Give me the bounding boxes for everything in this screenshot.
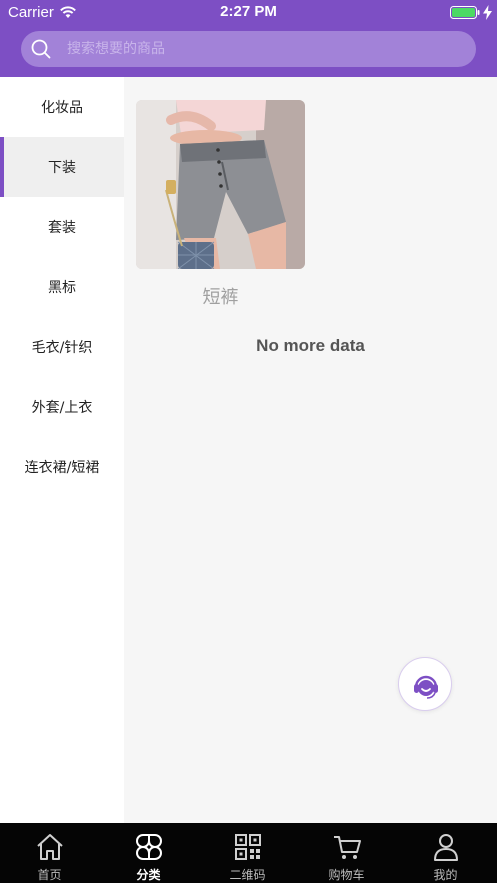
cart-icon xyxy=(334,836,361,859)
app-header: Carrier 2:27 PM xyxy=(0,0,497,77)
category-label: 毛衣/针织 xyxy=(31,340,93,356)
tab-cart[interactable]: 购物车 xyxy=(297,823,396,883)
product-list: 短裤 No more data xyxy=(124,77,497,823)
category-label: 外套/上衣 xyxy=(31,400,93,416)
category-item-sets[interactable]: 套装 xyxy=(0,197,124,257)
home-icon xyxy=(37,834,63,860)
category-label: 套装 xyxy=(48,220,76,236)
bottom-tab-bar: 首页 分类 二维码 购物车 我的 xyxy=(0,823,497,883)
tab-label: 首页 xyxy=(37,868,62,882)
category-item-black-label[interactable]: 黑标 xyxy=(0,257,124,317)
category-label: 黑标 xyxy=(48,280,76,296)
category-sidebar: 化妆品 下装 套装 黑标 毛衣/针织 外套/上衣 连衣裙/短裙 xyxy=(0,77,124,823)
tab-category[interactable]: 分类 xyxy=(99,823,198,883)
profile-icon xyxy=(434,834,458,861)
category-item-cosmetics[interactable]: 化妆品 xyxy=(0,77,124,137)
headset-icon xyxy=(414,675,438,699)
qrcode-icon xyxy=(235,834,261,860)
charging-icon xyxy=(483,5,492,20)
tab-label: 购物车 xyxy=(328,868,365,882)
category-label: 下装 xyxy=(48,160,76,176)
battery-icon xyxy=(450,6,480,19)
tab-qrcode[interactable]: 二维码 xyxy=(198,823,297,883)
category-item-knitwear[interactable]: 毛衣/针织 xyxy=(0,317,124,377)
tab-label: 分类 xyxy=(136,868,161,882)
customer-service-button[interactable] xyxy=(398,657,452,711)
category-item-outerwear[interactable]: 外套/上衣 xyxy=(0,377,124,437)
status-bar: Carrier 2:27 PM xyxy=(0,0,497,26)
tab-label: 二维码 xyxy=(229,868,266,882)
tab-home[interactable]: 首页 xyxy=(0,823,99,883)
category-item-bottoms[interactable]: 下装 xyxy=(0,137,124,197)
category-item-dresses[interactable]: 连衣裙/短裙 xyxy=(0,437,124,497)
search-bar[interactable] xyxy=(21,31,476,67)
product-name: 短裤 xyxy=(202,287,239,308)
category-label: 连衣裙/短裙 xyxy=(24,460,100,476)
tab-profile[interactable]: 我的 xyxy=(396,823,495,883)
category-label: 化妆品 xyxy=(41,100,83,116)
no-more-data-label: No more data xyxy=(256,336,365,355)
product-card[interactable]: 短裤 xyxy=(136,100,305,312)
search-icon[interactable] xyxy=(31,39,51,59)
category-icon xyxy=(136,834,162,860)
tab-label: 我的 xyxy=(433,868,458,882)
product-image[interactable] xyxy=(136,100,305,269)
search-input[interactable] xyxy=(67,31,467,67)
status-time: 2:27 PM xyxy=(220,3,277,20)
